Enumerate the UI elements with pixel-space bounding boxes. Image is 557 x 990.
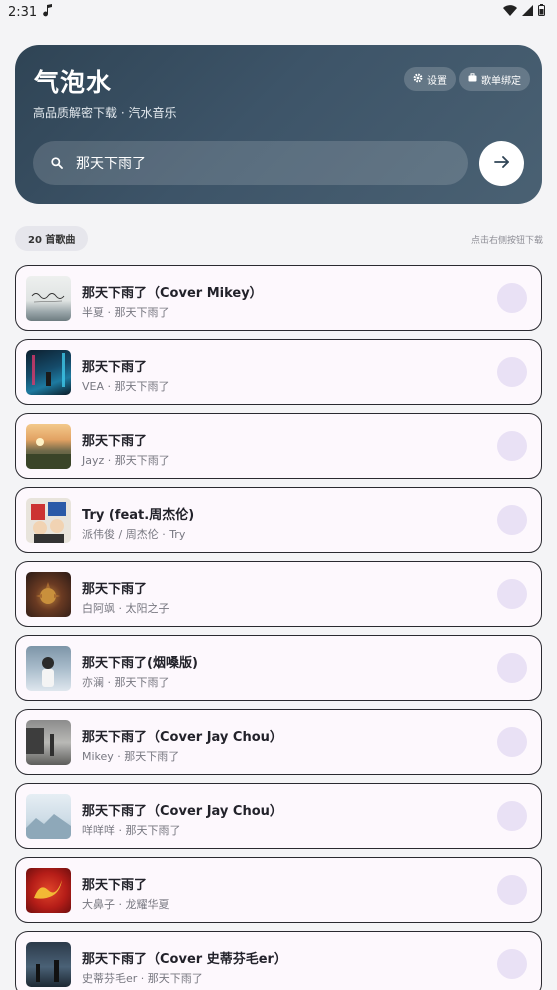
search-input[interactable]: [76, 155, 426, 171]
battery-icon: [538, 4, 545, 20]
song-subtitle: VEA · 那天下雨了: [82, 380, 170, 393]
song-subtitle: Jayz · 那天下雨了: [82, 454, 170, 467]
search-bar[interactable]: [33, 141, 468, 185]
search-go-button[interactable]: [479, 141, 524, 186]
cover-sunset-field: [26, 424, 71, 469]
cover-neon-night: [26, 350, 71, 395]
cover-dark-sun: [26, 572, 71, 617]
settings-button[interactable]: 设置: [404, 67, 456, 91]
song-title: 那天下雨了: [82, 434, 148, 449]
download-button[interactable]: [497, 505, 527, 535]
song-item[interactable]: 那天下雨了（Cover 史蒂芬毛er） 史蒂芬毛er · 那天下雨了: [15, 931, 542, 990]
arrow-right-icon: [493, 154, 510, 173]
song-subtitle: 派伟俊 / 周杰伦 · Try: [82, 528, 186, 541]
download-button[interactable]: [497, 727, 527, 757]
song-subtitle: 亦澜 · 那天下雨了: [82, 676, 170, 689]
cover-handwriting: [26, 276, 71, 321]
status-left: 2:31: [8, 3, 53, 21]
song-subtitle: 白阿飒 · 太阳之子: [82, 602, 170, 615]
search-icon: [51, 154, 63, 173]
signal-icon: [522, 4, 533, 20]
song-item[interactable]: Try (feat.周杰伦) 派伟俊 / 周杰伦 · Try: [15, 487, 542, 553]
song-item[interactable]: 那天下雨了(烟嗓版) 亦澜 · 那天下雨了: [15, 635, 542, 701]
download-button[interactable]: [497, 357, 527, 387]
song-title: 那天下雨了（Cover Jay Chou）: [82, 804, 283, 819]
song-item[interactable]: 那天下雨了（Cover Jay Chou） Mikey · 那天下雨了: [15, 709, 542, 775]
song-subtitle: 史蒂芬毛er · 那天下雨了: [82, 972, 203, 985]
cover-blue-night: [26, 942, 71, 987]
song-title: 那天下雨了: [82, 360, 148, 375]
settings-label: 设置: [427, 75, 447, 87]
cover-pale-sky: [26, 794, 71, 839]
song-subtitle: 半夏 · 那天下雨了: [82, 306, 170, 319]
download-button[interactable]: [497, 949, 527, 979]
song-item[interactable]: 那天下雨了 大鼻子 · 龙耀华夏: [15, 857, 542, 923]
download-button[interactable]: [497, 283, 527, 313]
song-title: 那天下雨了(烟嗓版): [82, 656, 198, 671]
cover-gray-street: [26, 720, 71, 765]
song-count-badge: 20 首歌曲: [15, 226, 89, 251]
song-title: 那天下雨了: [82, 582, 148, 597]
app-subtitle: 高品质解密下载 · 汽水音乐: [33, 106, 177, 120]
song-item[interactable]: 那天下雨了（Cover Mikey） 半夏 · 那天下雨了: [15, 265, 542, 331]
status-bar: 2:31: [0, 0, 557, 24]
music-note-icon: [43, 3, 53, 21]
download-button[interactable]: [497, 653, 527, 683]
status-time: 2:31: [8, 4, 38, 20]
song-item[interactable]: 那天下雨了 白阿飒 · 太阳之子: [15, 561, 542, 627]
cover-comic: [26, 498, 71, 543]
app-title: 气泡水: [34, 68, 113, 97]
download-button[interactable]: [497, 579, 527, 609]
song-subtitle: Mikey · 那天下雨了: [82, 750, 180, 763]
status-right: [503, 4, 545, 20]
song-title: 那天下雨了: [82, 878, 148, 893]
briefcase-icon: [468, 73, 477, 85]
wifi-icon: [503, 4, 517, 20]
hero-card: 气泡水 高品质解密下载 · 汽水音乐 设置 歌单绑定: [15, 45, 542, 204]
cover-red-dragon: [26, 868, 71, 913]
gear-icon: [413, 73, 423, 86]
cover-girl-rain: [26, 646, 71, 691]
song-item[interactable]: 那天下雨了 Jayz · 那天下雨了: [15, 413, 542, 479]
download-button[interactable]: [497, 801, 527, 831]
song-title: Try (feat.周杰伦): [82, 508, 195, 523]
playlist-bind-button[interactable]: 歌单绑定: [459, 67, 530, 91]
download-button[interactable]: [497, 875, 527, 905]
song-title: 那天下雨了（Cover 史蒂芬毛er）: [82, 952, 287, 967]
song-title: 那天下雨了（Cover Mikey）: [82, 286, 263, 301]
song-item[interactable]: 那天下雨了 VEA · 那天下雨了: [15, 339, 542, 405]
playlist-bind-label: 歌单绑定: [481, 75, 521, 87]
download-button[interactable]: [497, 431, 527, 461]
song-item[interactable]: 那天下雨了（Cover Jay Chou） 咩咩咩 · 那天下雨了: [15, 783, 542, 849]
song-subtitle: 咩咩咩 · 那天下雨了: [82, 824, 181, 837]
song-subtitle: 大鼻子 · 龙耀华夏: [82, 898, 170, 911]
download-hint: 点击右侧按钮下载: [470, 236, 543, 246]
song-title: 那天下雨了（Cover Jay Chou）: [82, 730, 283, 745]
